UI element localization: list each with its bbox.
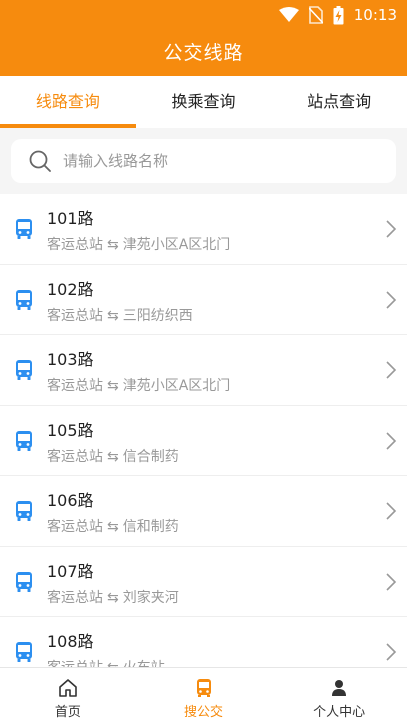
home-icon: [59, 679, 77, 697]
route-row[interactable]: 105路客运总站 ⇆ 信合制药: [0, 405, 407, 476]
chevron-right-icon: [386, 220, 397, 238]
route-origin: 客运总站: [47, 519, 103, 535]
bidirectional-arrow-icon: ⇆: [107, 307, 119, 324]
app-screen: 10:13 公交线路 线路查询 换乘查询 站点查询 101路客运总站⇆津苑小区A…: [0, 0, 407, 725]
route-destination: 津苑小区A区北门: [122, 378, 231, 394]
route-list: 101路 客运总站 ⇆ 津苑小区A区北门 102路 客运总站 ⇆ 三阳纺织西 103路 客运总站 ⇆…: [0, 194, 407, 667]
route-name: 102路: [47, 279, 94, 299]
chevron-right-icon: [386, 361, 397, 379]
bus-icon: [16, 219, 32, 239]
nav-search-bus-label: 搜公交: [184, 705, 224, 720]
bus-icon: [16, 289, 32, 310]
nav-home-label: 首页: [54, 705, 81, 720]
header-bar: 10:13 公交线路: [0, 0, 407, 76]
bidirectional-arrow-icon: ⇆: [107, 448, 119, 465]
route-destination: 火车站: [123, 660, 165, 667]
person-icon: [332, 680, 347, 696]
route-destination: 刘家夹河: [122, 589, 179, 606]
route-row[interactable]: 106路客运总站 ⇆ 信和制药: [0, 476, 407, 547]
tab-stop-query[interactable]: 站点查询: [271, 76, 407, 128]
search-icon: [29, 150, 51, 172]
chevron-right-icon: [386, 643, 397, 661]
tab-bar: 线路查询 换乘查询 站点查询: [0, 76, 407, 128]
route-row[interactable]: 101路客运总站 ⇆ 津苑小区A区北门: [0, 194, 407, 265]
route-row[interactable]: 107路客运总站 ⇆ 刘家夹河: [0, 546, 407, 617]
chevron-right-icon: [386, 431, 397, 450]
route-origin: 客运总站: [47, 448, 103, 465]
search-area: [0, 128, 407, 193]
route-origin: 客运总站: [47, 378, 103, 394]
route-name: 101路: [47, 209, 94, 228]
route-origin: 客运总站: [47, 237, 103, 253]
bidirectional-arrow-icon: ⇆: [107, 378, 119, 394]
bus-icon: [196, 679, 211, 697]
nav-search-bus[interactable]: 搜公交: [136, 668, 272, 725]
route-stops: 客运总站 ⇆ 津苑小区A区北门: [47, 375, 230, 395]
wifi-icon: [278, 7, 299, 22]
bidirectional-arrow-icon: ⇆: [107, 237, 119, 253]
route-origin: 客运总站: [47, 660, 103, 667]
route-row[interactable]: 108路客运总站 ⇆ 火车站: [0, 617, 407, 667]
route-stops: 客运总站 ⇆ 刘家夹河: [47, 587, 179, 607]
route-name: 108路: [47, 632, 94, 651]
bus-icon: [16, 430, 32, 451]
route-destination: 津苑小区A区北门: [122, 237, 231, 253]
search-box[interactable]: [11, 139, 396, 183]
route-name: 105路: [47, 420, 94, 440]
nav-home[interactable]: 首页: [0, 668, 136, 725]
bus-icon: [16, 501, 32, 521]
status-bar: 10:13: [278, 4, 397, 26]
route-stops: 客运总站 ⇆ 津苑小区A区北门: [47, 234, 230, 254]
page-title: 公交线路: [163, 42, 244, 64]
tab-transfer-query[interactable]: 换乘查询: [136, 76, 272, 128]
route-destination: 三阳纺织西: [122, 307, 193, 324]
bottom-nav: 首页 搜公交 个人中心: [0, 667, 407, 725]
route-name: 107路: [47, 561, 94, 581]
nav-profile-label: 个人中心: [313, 705, 366, 720]
route-stops: 客运总站 ⇆ 三阳纺织西: [47, 305, 193, 325]
battery-charging-icon: [333, 5, 344, 24]
route-stops: 客运总站 ⇆ 信和制药: [47, 516, 179, 536]
route-stops: 客运总站 ⇆ 信合制药: [47, 446, 179, 466]
route-origin: 客运总站: [47, 589, 103, 606]
status-time: 10:13: [353, 6, 397, 24]
route-destination: 信合制药: [122, 448, 179, 465]
tab-route-query[interactable]: 线路查询: [0, 76, 136, 128]
chevron-right-icon: [386, 502, 397, 520]
bus-icon: [16, 642, 32, 662]
bus-icon: [16, 360, 32, 380]
route-destination: 信和制药: [122, 519, 179, 535]
search-input[interactable]: [63, 152, 363, 170]
route-name: 103路: [47, 350, 94, 369]
bidirectional-arrow-icon: ⇆: [107, 519, 119, 535]
route-name: 106路: [47, 491, 94, 510]
route-stops: 客运总站 ⇆ 火车站: [47, 657, 165, 667]
route-row[interactable]: 103路客运总站 ⇆ 津苑小区A区北门: [0, 335, 407, 406]
chevron-right-icon: [386, 290, 397, 309]
bidirectional-arrow-icon: ⇆: [107, 660, 119, 667]
nav-profile[interactable]: 个人中心: [271, 668, 407, 725]
route-origin: 客运总站: [47, 307, 103, 324]
route-row[interactable]: 102路客运总站 ⇆ 三阳纺织西: [0, 264, 407, 335]
bidirectional-arrow-icon: ⇆: [107, 589, 119, 606]
bus-icon: [16, 571, 32, 592]
chevron-right-icon: [386, 572, 397, 591]
no-sim-icon: [308, 6, 323, 24]
